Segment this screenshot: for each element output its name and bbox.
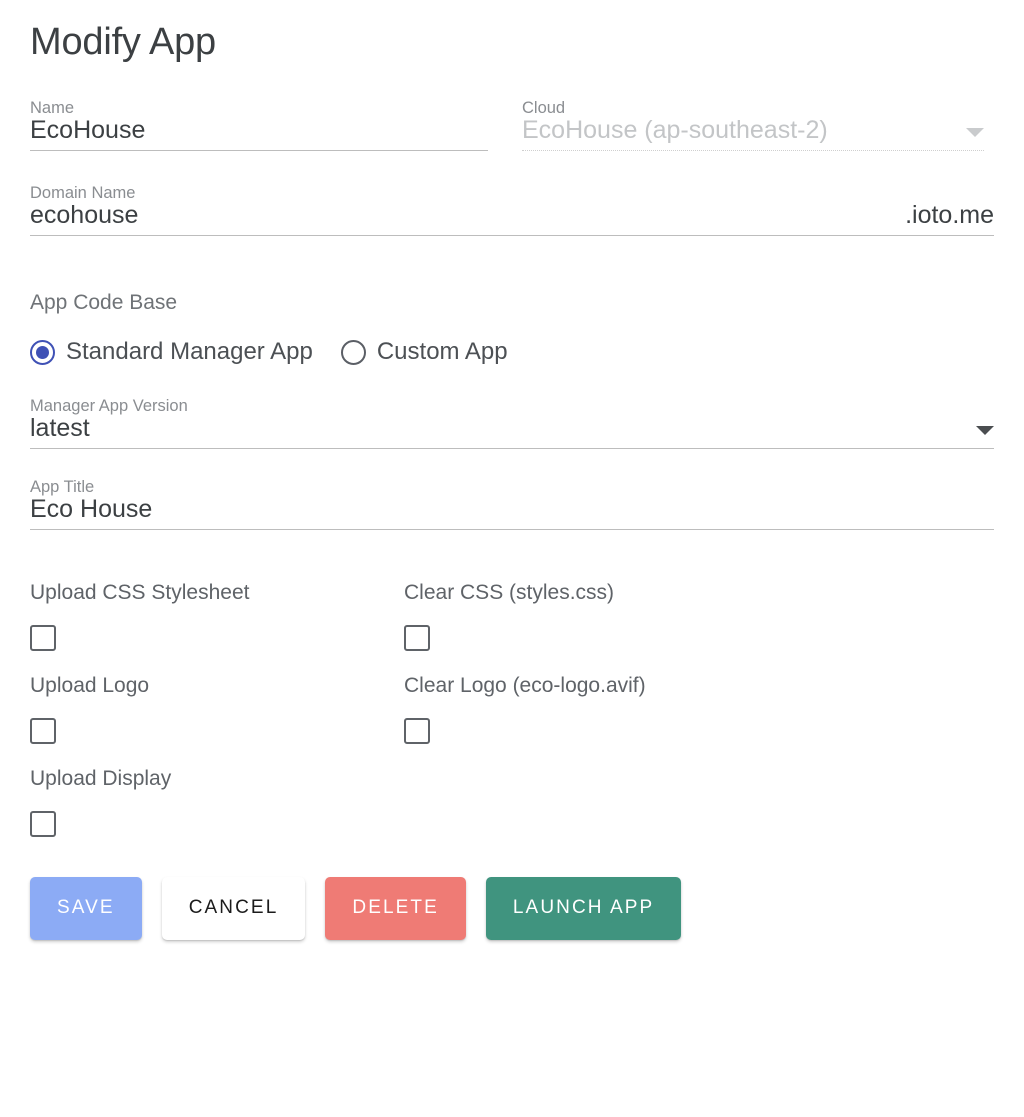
radio-option-custom-app[interactable]: Custom App [340,338,508,366]
checkbox-label-clear-logo: Clear Logo (eco-logo.avif) [404,673,646,697]
manager-app-version-value: latest [30,414,90,443]
checkbox-group-upload-logo: Upload Logo [30,675,404,744]
radio-label-standard-manager-app: Standard Manager App [66,338,313,366]
checkbox-upload-display[interactable] [30,810,56,837]
name-label: Name [30,98,75,117]
checkbox-label-upload-logo: Upload Logo [30,673,150,697]
chevron-down-icon [966,127,984,137]
radio-standard-manager-app[interactable] [30,339,55,365]
checkbox-upload-logo[interactable] [30,717,56,744]
app-title-value: Eco House [30,495,153,524]
checkbox-group-upload-display: Upload Display [30,768,404,837]
radio-option-standard-manager-app[interactable]: Standard Manager App [30,338,313,366]
manager-app-version-label: Manager App Version [30,396,188,415]
checkbox-label-upload-display: Upload Display [30,766,172,790]
app-title-input[interactable]: Eco House [30,495,994,530]
checkbox-row-logo: Upload Logo Clear Logo (eco-logo.avif) [30,675,994,744]
domain-name-value: ecohouse [30,201,139,230]
app-code-base-radio-group: Standard Manager App Custom App [30,338,994,366]
checkbox-clear-logo[interactable] [404,717,430,744]
checkbox-label-clear-css: Clear CSS (styles.css) [404,580,615,604]
cloud-value: EcoHouse (ap-southeast-2) [522,116,828,145]
domain-name-suffix: .ioto.me [905,201,994,230]
checkbox-group-clear-css: Clear CSS (styles.css) [404,582,778,651]
app-code-base-label: App Code Base [30,290,178,314]
manager-app-version-select[interactable]: latest [30,414,994,449]
name-value: EcoHouse [30,116,146,145]
checkbox-upload-css[interactable] [30,624,56,651]
radio-custom-app[interactable] [340,339,366,365]
checkbox-label-upload-css: Upload CSS Stylesheet [30,580,250,604]
checkbox-group-clear-logo: Clear Logo (eco-logo.avif) [404,675,778,744]
cancel-button[interactable]: CANCEL [161,876,306,940]
app-title-field-group: App Title Eco House [30,479,994,530]
action-buttons: SAVE CANCEL DELETE LAUNCH APP [30,876,994,940]
manager-app-version-field-group: Manager App Version latest [30,398,994,449]
chevron-down-icon [976,425,994,435]
upload-options-grid: Upload CSS Stylesheet Clear CSS (styles.… [30,582,994,837]
cloud-label: Cloud [522,98,566,117]
cloud-field-group: Cloud EcoHouse (ap-southeast-2) [522,100,984,151]
delete-button[interactable]: DELETE [325,876,466,940]
name-input[interactable]: EcoHouse [30,116,488,151]
cloud-select[interactable]: EcoHouse (ap-southeast-2) [522,116,984,151]
radio-label-custom-app: Custom App [376,338,508,366]
domain-name-input[interactable]: ecohouse .ioto.me [30,201,994,236]
name-cloud-row: Name EcoHouse Cloud EcoHouse (ap-southea… [30,100,994,151]
launch-app-button[interactable]: LAUNCH APP [485,876,682,940]
modify-app-page: Modify App Name EcoHouse Cloud EcoHouse … [0,0,1024,1117]
domain-name-label: Domain Name [30,183,136,202]
checkbox-row-display: Upload Display [30,768,994,837]
save-button[interactable]: SAVE [30,876,142,940]
checkbox-group-upload-css: Upload CSS Stylesheet [30,582,404,651]
checkbox-row-css: Upload CSS Stylesheet Clear CSS (styles.… [30,582,994,651]
name-field-group: Name EcoHouse [30,100,488,151]
page-title: Modify App [30,21,216,63]
checkbox-clear-css[interactable] [404,624,430,651]
app-title-label: App Title [30,477,95,496]
domain-name-field-group: Domain Name ecohouse .ioto.me [30,185,994,236]
